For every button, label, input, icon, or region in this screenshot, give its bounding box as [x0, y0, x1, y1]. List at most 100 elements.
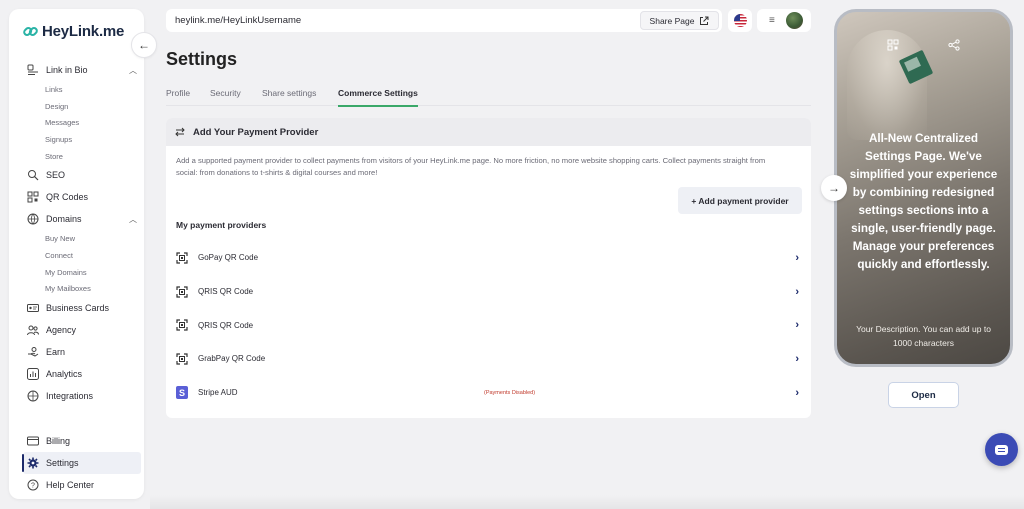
list-item[interactable]: QRIS QR Code › — [166, 275, 811, 309]
sidebar-subitem-signups[interactable]: Signups — [23, 131, 141, 148]
stripe-logo: S — [176, 386, 188, 400]
list-item[interactable]: QRIS QR Code › — [166, 308, 811, 342]
page-url-bar: heylink.me/HeyLinkUsername Share Page — [166, 9, 722, 32]
list-item[interactable]: S Stripe AUD (Payments Disabled) › — [166, 376, 811, 410]
list-item[interactable]: GrabPay QR Code › — [166, 342, 811, 376]
help-icon: ? — [27, 479, 39, 491]
sidebar-item-billing[interactable]: Billing — [23, 430, 141, 452]
external-link-icon — [700, 16, 709, 25]
chevron-right-icon: › — [795, 285, 799, 298]
language-selector[interactable] — [728, 9, 752, 32]
chevron-up-icon: ︿ — [129, 214, 137, 224]
sidebar-item-domains[interactable]: Domains ︿ — [23, 208, 141, 230]
list-item[interactable]: GoPay QR Code › — [166, 241, 811, 275]
sidebar-subitem-buy-new[interactable]: Buy New — [23, 230, 141, 247]
sidebar-item-integrations[interactable]: Integrations — [23, 385, 141, 407]
globe-icon — [27, 213, 39, 225]
qr-scan-icon — [176, 353, 188, 365]
bottom-fade — [150, 495, 1024, 509]
sidebar-subitem-my-mailboxes[interactable]: My Mailboxes — [23, 281, 141, 298]
analytics-icon — [27, 368, 39, 381]
share-page-button[interactable]: Share Page — [640, 11, 719, 30]
payment-provider-card: Add Your Payment Provider Add a supporte… — [166, 118, 811, 418]
sidebar-item-earn[interactable]: Earn — [23, 341, 141, 363]
tab-share-settings[interactable]: Share settings — [262, 84, 338, 106]
chevron-right-icon: › — [795, 319, 799, 332]
collapse-sidebar-button[interactable]: ← — [131, 32, 157, 58]
sidebar-item-label: Settings — [46, 458, 79, 468]
sidebar-item-label: Help Center — [46, 480, 95, 490]
tab-profile[interactable]: Profile — [166, 84, 210, 106]
providers-title: My payment providers — [176, 220, 267, 230]
sidebar-item-label: Analytics — [46, 369, 83, 380]
sidebar-item-label: Billing — [46, 436, 71, 446]
qr-scan-icon — [176, 252, 188, 264]
sidebar-item-analytics[interactable]: Analytics — [23, 363, 141, 385]
sidebar-item-label: Agency — [46, 325, 77, 336]
open-preview-button[interactable]: Open — [888, 382, 959, 408]
chevron-up-icon: ︿ — [129, 65, 137, 75]
sidebar-item-seo[interactable]: SEO — [23, 164, 141, 186]
card-header: Add Your Payment Provider — [166, 118, 811, 146]
tab-commerce-settings[interactable]: Commerce Settings — [338, 84, 418, 107]
qr-scan-icon — [176, 319, 188, 331]
chat-support-button[interactable] — [985, 433, 1018, 466]
sidebar-item-label: Business Cards — [46, 303, 110, 314]
sidebar-subitem-store[interactable]: Store — [23, 148, 141, 165]
provider-name: QRIS QR Code — [198, 287, 254, 297]
sidebar-item-agency[interactable]: Agency — [23, 319, 141, 341]
earn-icon — [27, 346, 39, 358]
business-card-icon — [27, 302, 39, 314]
page-title: Settings — [166, 49, 238, 69]
provider-status: (Payments Disabled) — [484, 389, 536, 396]
qr-scan-icon — [176, 285, 188, 298]
sidebar-item-settings[interactable]: Settings — [22, 452, 141, 474]
share-page-label: Share Page — [649, 15, 695, 26]
chevron-right-icon: › — [795, 251, 799, 264]
sidebar-nav: Link in Bio ︿ Links Design Messages Sign… — [23, 59, 141, 407]
sidebar-item-qr-codes[interactable]: QR Codes — [23, 186, 141, 208]
logo[interactable]: HeyLink.me — [23, 23, 124, 40]
account-menu[interactable]: ≡ — [757, 9, 811, 32]
us-flag-icon — [733, 14, 747, 27]
sidebar: HeyLink.me Link in Bio ︿ Links Design Me… — [9, 9, 144, 499]
share-icon[interactable] — [948, 39, 960, 51]
sidebar-subitem-messages[interactable]: Messages — [23, 114, 141, 131]
chevron-right-icon: › — [795, 386, 799, 399]
heylink-logo-icon — [23, 26, 38, 37]
settings-tabs: Profile Security Share settings Commerce… — [166, 84, 811, 107]
tab-security[interactable]: Security — [210, 84, 262, 106]
qr-code-icon[interactable] — [887, 39, 899, 51]
add-payment-provider-button[interactable]: + Add payment provider — [678, 187, 802, 214]
brand-name: HeyLink.me — [42, 23, 125, 40]
card-description: Add a supported payment provider to coll… — [176, 156, 766, 177]
preview-description: Your Description. You can add up to 1000… — [856, 324, 991, 348]
provider-list: GoPay QR Code › QRIS QR Code › QRIS QR C… — [166, 241, 811, 409]
sidebar-item-label: Domains — [46, 214, 82, 225]
sidebar-item-help-center[interactable]: ? Help Center — [23, 474, 141, 496]
svg-text:?: ? — [31, 483, 35, 490]
sidebar-subitem-connect[interactable]: Connect — [23, 247, 141, 264]
agency-icon — [27, 324, 39, 336]
chat-icon — [995, 444, 1008, 455]
preview-image-tag — [898, 49, 934, 85]
hamburger-menu-icon: ≡ — [769, 15, 775, 26]
sidebar-item-link-in-bio[interactable]: Link in Bio ︿ — [23, 59, 141, 81]
sidebar-item-business-cards[interactable]: Business Cards — [23, 297, 141, 319]
provider-name: GrabPay QR Code — [198, 354, 266, 364]
sidebar-subitem-my-domains[interactable]: My Domains — [23, 264, 141, 281]
link-in-bio-icon — [27, 64, 39, 76]
sidebar-subitem-design[interactable]: Design — [23, 98, 141, 115]
sidebar-item-label: Integrations — [46, 391, 94, 402]
sidebar-bottom-nav: Billing Settings ? Help Center — [22, 430, 141, 496]
arrow-right-icon: → — [828, 181, 840, 195]
sidebar-subitem-links[interactable]: Links — [23, 81, 141, 98]
card-title: Add Your Payment Provider — [193, 126, 319, 138]
phone-toolbar — [837, 39, 1010, 51]
integrations-icon — [27, 390, 39, 402]
page-url[interactable]: heylink.me/HeyLinkUsername — [175, 15, 301, 26]
qr-code-icon — [27, 191, 39, 203]
swap-arrows-icon — [175, 127, 185, 137]
next-preview-button[interactable]: → — [821, 175, 847, 201]
preview-headline: All-New Centralized Settings Page. We've… — [849, 132, 998, 271]
